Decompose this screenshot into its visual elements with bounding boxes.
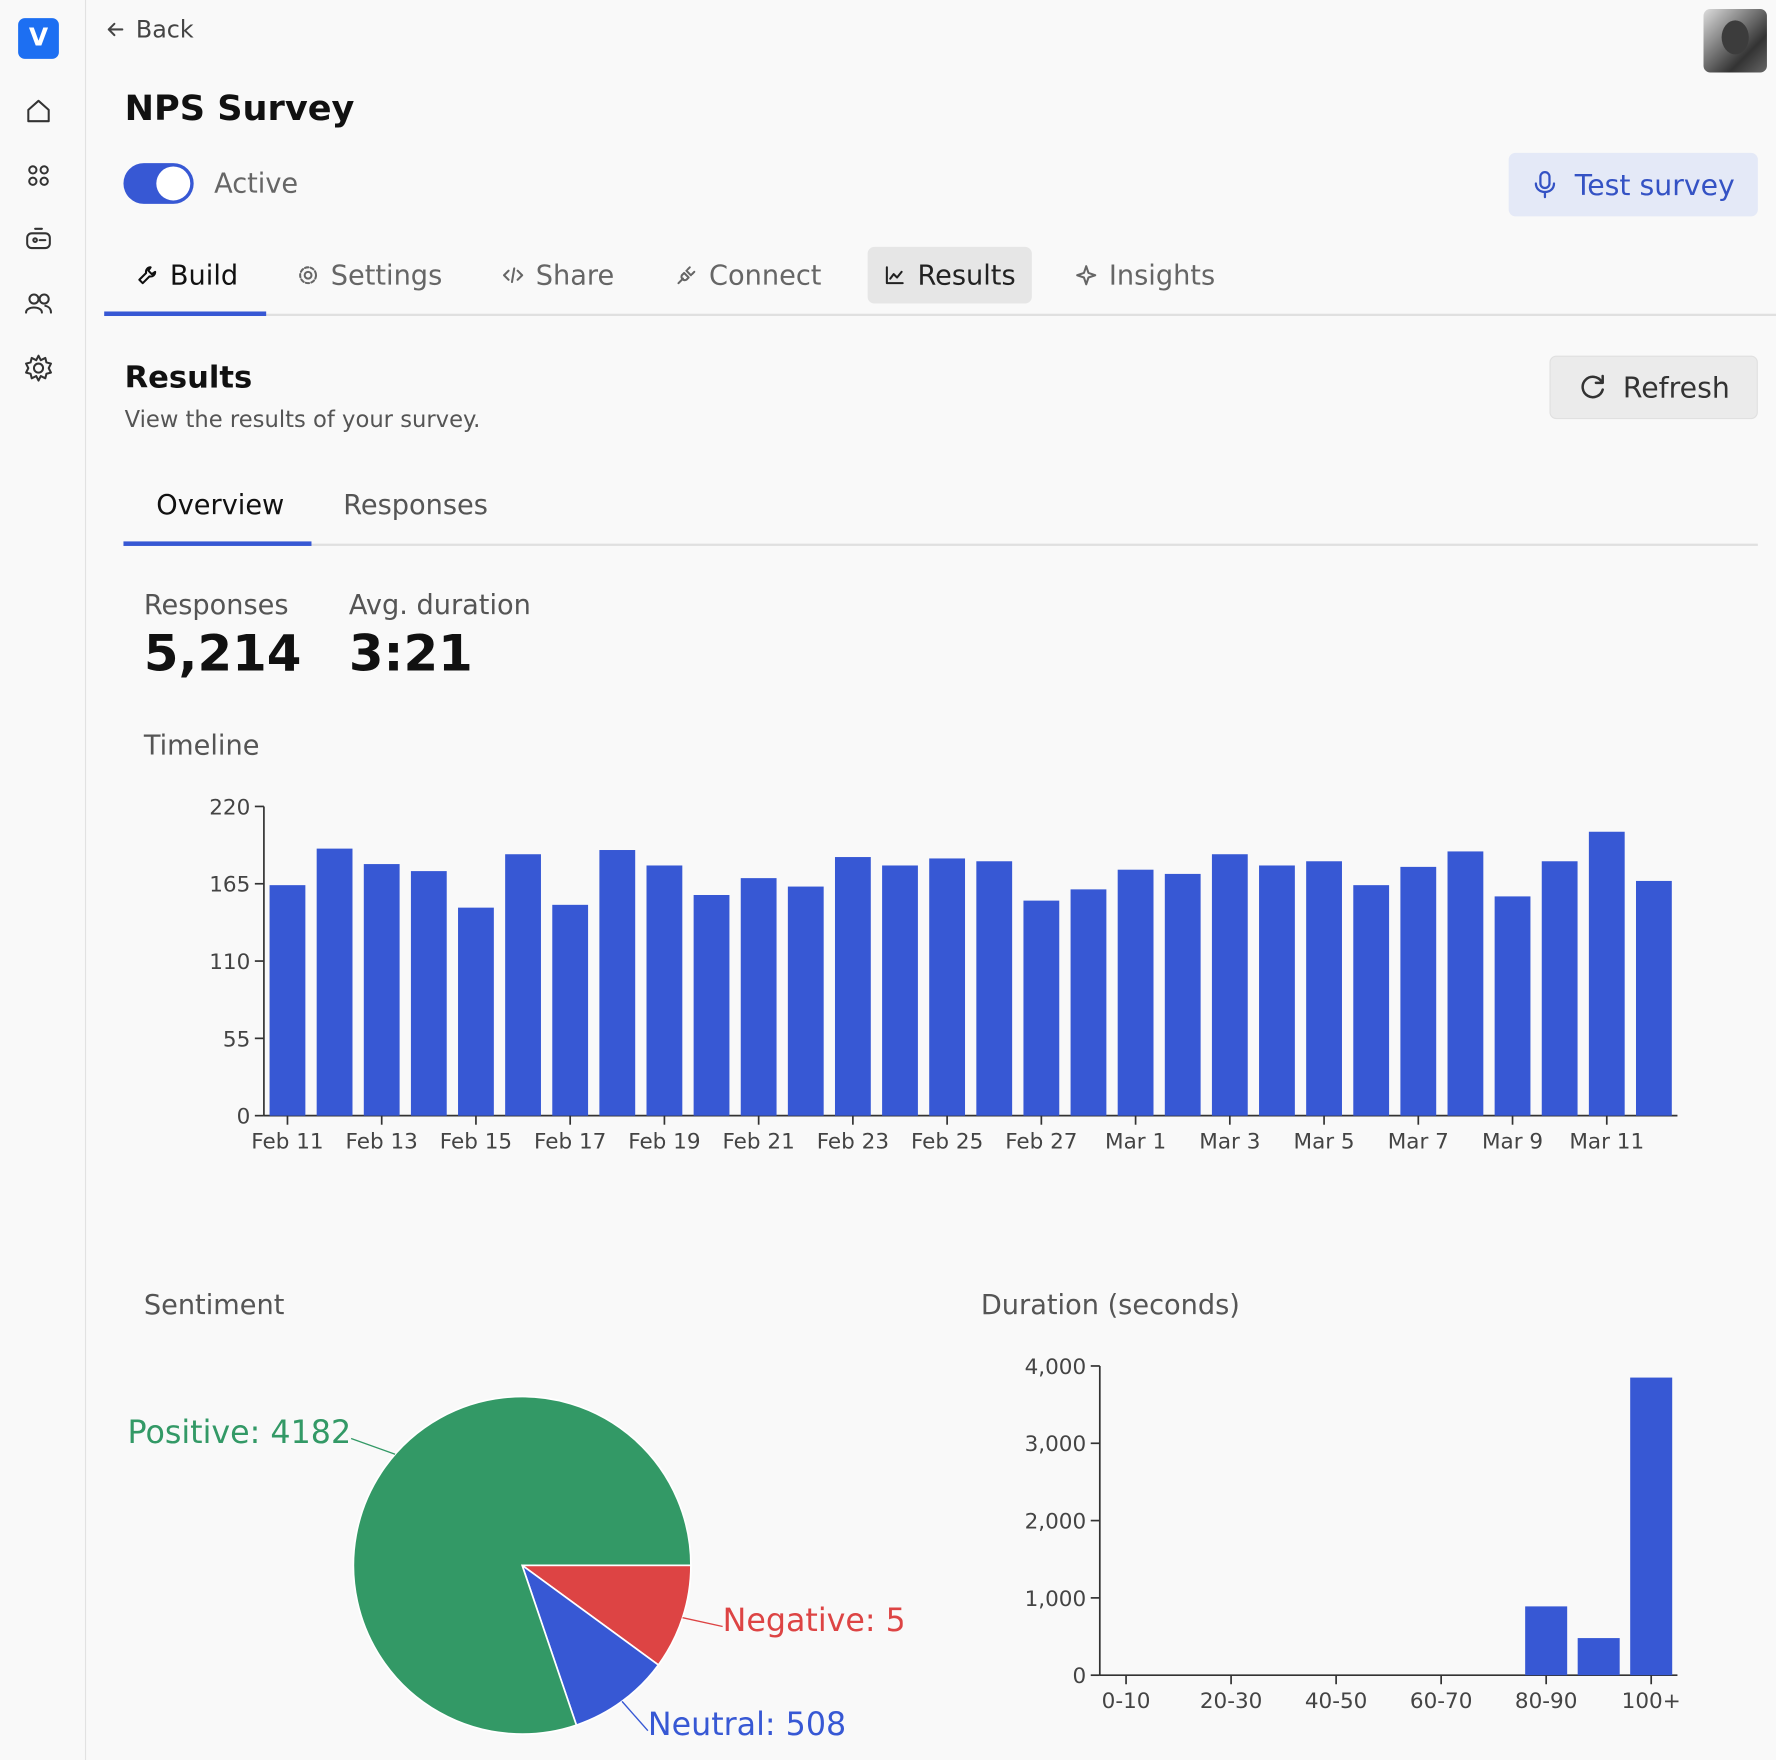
duration-x-tick-label: 40-50: [1305, 1689, 1368, 1714]
duration-x-tick-label: 20-30: [1200, 1689, 1263, 1714]
duration-bar: [1630, 1377, 1673, 1676]
duration-x-tick-label: 60-70: [1410, 1689, 1473, 1714]
duration-bar: [1525, 1606, 1568, 1676]
duration-y-tick-label: 4,000: [1025, 1355, 1087, 1380]
duration-x-tick-label: 0-10: [1102, 1689, 1151, 1714]
duration-y-tick-label: 1,000: [1025, 1587, 1087, 1612]
duration-y-tick-label: 0: [1073, 1664, 1087, 1689]
duration-x-tick-label: 80-90: [1515, 1689, 1578, 1714]
duration-y-tick-label: 3,000: [1025, 1432, 1087, 1457]
duration-y-tick-label: 2,000: [1025, 1510, 1087, 1535]
duration-chart: 0 1,000 2,000 3,000 4,000 0-10 20-30 40-50 60-70…: [1025, 1355, 1681, 1714]
duration-bar: [1577, 1638, 1620, 1676]
duration-x-tick-label: 100+: [1622, 1689, 1681, 1714]
